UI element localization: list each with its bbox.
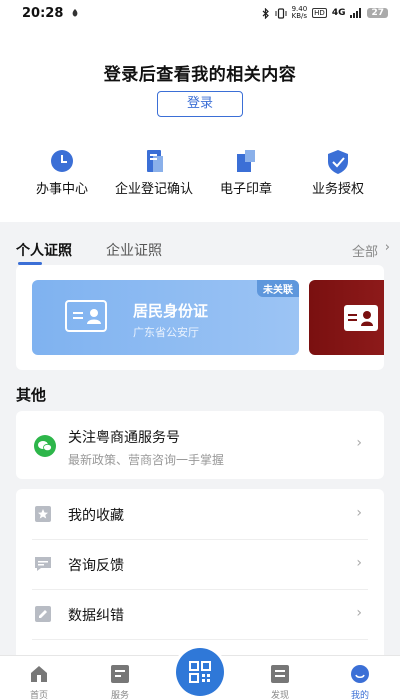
wechat-icon [34, 435, 56, 457]
service-item-office-center[interactable]: 办事中心 [12, 148, 112, 197]
vibrate-icon [275, 7, 287, 19]
clock-icon [51, 150, 73, 172]
tab-home[interactable]: 首页 [9, 664, 69, 700]
login-button[interactable]: 登录 [157, 91, 243, 117]
follow-title: 关注粤商通服务号 [68, 430, 180, 446]
menu-label: 咨询反馈 [68, 558, 124, 574]
follow-service-account[interactable]: 关注粤商通服务号 最新政策、营商咨询一手掌握 › [16, 411, 384, 479]
grid-icon [111, 665, 129, 683]
service-label: 办事中心 [35, 182, 88, 197]
menu-item-feedback[interactable]: 咨询反馈 › [16, 539, 384, 589]
tab-label: 首页 [29, 691, 48, 700]
id-card[interactable]: 居民身份证 广东省公安厅 未关联 [32, 280, 299, 355]
network-speed-unit: KB/s [291, 12, 308, 20]
chevron-right-icon: › [356, 605, 362, 621]
tab-services[interactable]: 服务 [90, 664, 150, 700]
network-speed: 9.40 KB/s [292, 6, 308, 20]
id-card-icon [344, 305, 378, 331]
chevron-right-icon: › [356, 505, 362, 521]
signal-bars-icon [350, 8, 362, 18]
login-prompt: 登录后查看我的相关内容 [103, 65, 297, 85]
tab-personal-certificates[interactable]: 个人证照 [16, 240, 72, 260]
chevron-right-icon[interactable]: › [385, 240, 390, 255]
service-label: 电子印章 [219, 182, 272, 197]
notification-icon [72, 9, 78, 17]
tab-mine[interactable]: 我的 [330, 664, 390, 700]
service-item-enterprise-confirm[interactable]: 企业登记确认 [104, 148, 204, 197]
second-certificate-card[interactable] [309, 280, 384, 355]
status-time: 20:28 [22, 5, 64, 21]
tab-label: 服务 [110, 691, 129, 700]
id-card-icon [65, 300, 107, 332]
menu-label: 我的收藏 [68, 508, 124, 524]
chevron-right-icon: › [356, 435, 362, 451]
tab-label: 发现 [270, 691, 289, 700]
qr-code-icon [189, 661, 211, 683]
scan-qr-button[interactable] [176, 648, 224, 696]
chevron-right-icon: › [356, 555, 362, 571]
shield-check-icon [328, 150, 348, 174]
tab-discover[interactable]: 发现 [250, 664, 310, 700]
home-icon [31, 666, 47, 682]
document-icon [147, 150, 163, 172]
menu-item-favorites[interactable]: 我的收藏 › [16, 489, 384, 539]
signal-4g: 4G [331, 8, 346, 18]
unlinked-badge: 未关联 [257, 280, 299, 297]
menu-item-data-correction[interactable]: 数据纠错 › [16, 589, 384, 639]
menu-label: 数据纠错 [68, 608, 124, 624]
edit-icon [35, 606, 51, 622]
bluetooth-icon [262, 7, 269, 19]
star-bookmark-icon [35, 506, 51, 522]
service-item-e-seal[interactable]: 电子印章 [196, 148, 296, 197]
discover-icon [271, 665, 289, 683]
service-label: 企业登记确认 [114, 182, 193, 197]
service-shortcuts: 办事中心 企业登记确认 电子印章 业务授权 [0, 148, 400, 208]
section-title-other: 其他 [16, 386, 47, 404]
status-bar: 20:28 9.40 KB/s HD 4G 27 [0, 0, 400, 26]
service-label: 业务授权 [311, 182, 364, 197]
profile-icon [351, 665, 369, 683]
hd-badge: HD [312, 8, 327, 18]
tab-enterprise-certificates[interactable]: 企业证照 [106, 240, 162, 260]
tab-label: 我的 [350, 691, 369, 700]
message-icon [35, 557, 51, 571]
battery-indicator: 27 [367, 8, 388, 18]
follow-subtitle: 最新政策、营商咨询一手掌握 [68, 453, 225, 467]
card-issuer: 广东省公安厅 [133, 326, 199, 339]
seal-icon [237, 150, 255, 172]
view-all-link[interactable]: 全部 [352, 241, 378, 260]
service-item-business-auth[interactable]: 业务授权 [288, 148, 388, 197]
card-title: 居民身份证 [133, 302, 209, 320]
divider [32, 639, 368, 640]
menu-list: 我的收藏 › 咨询反馈 › 数据纠错 › [16, 489, 384, 669]
